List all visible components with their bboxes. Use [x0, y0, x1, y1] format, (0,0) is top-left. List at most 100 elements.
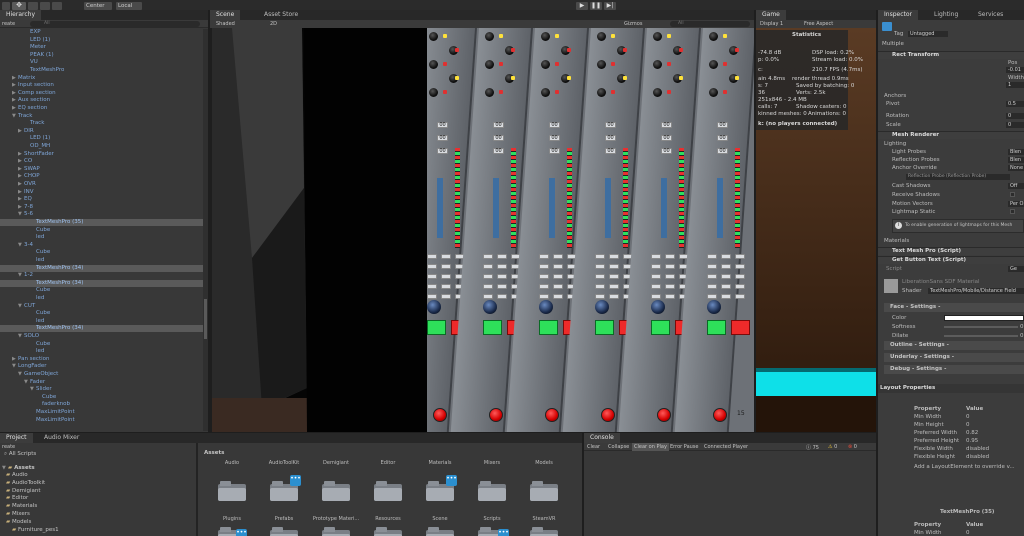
hierarchy-item[interactable]: ▼ CUT — [0, 303, 35, 310]
console-log-count[interactable]: ⓘ 75 — [806, 444, 819, 451]
shading-mode-dropdown[interactable]: Shaded — [216, 21, 235, 27]
underlay-settings-header[interactable]: Underlay - Settings - — [884, 353, 1024, 362]
assets-root-item[interactable]: ▼ ▰ Assets — [2, 465, 35, 472]
width-field[interactable]: 1 — [1006, 82, 1024, 88]
channel-button[interactable] — [497, 294, 507, 299]
channel-fader[interactable] — [605, 178, 611, 238]
rotary-knob[interactable] — [429, 88, 438, 97]
channel-button[interactable] — [609, 294, 619, 299]
hierarchy-item[interactable]: MaxLimitPoint — [0, 417, 75, 424]
hierarchy-item[interactable]: ▶ ShortFader — [0, 151, 54, 158]
game-view[interactable]: Statistics -74.8 dB p: 0.0% DSP load: 0.… — [756, 28, 876, 432]
rotary-knob[interactable] — [485, 88, 494, 97]
channel-button[interactable] — [721, 274, 731, 279]
asset-folder[interactable] — [426, 527, 454, 536]
hierarchy-item[interactable]: ▶ EQ — [0, 196, 32, 203]
channel-button[interactable] — [483, 254, 493, 259]
asset-folder[interactable] — [322, 527, 350, 536]
solo-button[interactable] — [651, 320, 670, 335]
project-folder-item[interactable]: ▰ Models — [6, 519, 31, 526]
step-button[interactable]: ▶| — [604, 2, 616, 10]
channel-button[interactable] — [665, 274, 675, 279]
solo-button[interactable] — [539, 320, 558, 335]
scale-tool-button[interactable] — [40, 2, 50, 10]
rotary-knob[interactable] — [597, 32, 606, 41]
pan-knob[interactable] — [427, 300, 441, 314]
dilate-value[interactable]: 0 — [1020, 333, 1024, 339]
materials-label[interactable]: Materials — [884, 238, 909, 244]
softness-value[interactable]: 0 — [1020, 324, 1024, 330]
anchors-label[interactable]: Anchors — [884, 93, 906, 99]
channel-button[interactable] — [427, 284, 437, 289]
channel-button[interactable] — [707, 294, 717, 299]
aspect-dropdown[interactable]: Free Aspect — [804, 21, 833, 27]
rotary-knob[interactable] — [709, 32, 718, 41]
asset-folder[interactable] — [374, 481, 402, 501]
channel-button[interactable] — [665, 264, 675, 269]
hierarchy-item[interactable]: led — [0, 234, 44, 241]
hierarchy-item[interactable]: Cube — [0, 227, 50, 234]
channel-button[interactable] — [539, 284, 549, 289]
all-scripts-item[interactable]: ⌕ All Scripts — [4, 451, 36, 458]
channel-button[interactable] — [595, 284, 605, 289]
solo-button[interactable] — [427, 320, 446, 335]
channel-button[interactable] — [609, 254, 619, 259]
channel-button[interactable] — [497, 264, 507, 269]
dilate-slider[interactable] — [944, 335, 1018, 337]
hierarchy-item[interactable]: ▶ OVR — [0, 181, 36, 188]
hierarchy-item[interactable]: ▶ Aux section — [0, 97, 50, 104]
hierarchy-item[interactable]: LED (1) — [0, 37, 50, 44]
console-error-pause-button[interactable]: Error Pause — [670, 444, 698, 450]
assets-breadcrumb[interactable]: Assets — [204, 450, 224, 456]
record-button[interactable] — [601, 408, 615, 422]
asset-folder[interactable] — [218, 481, 246, 501]
rotary-knob[interactable] — [709, 88, 718, 97]
channel-button[interactable] — [427, 274, 437, 279]
rotary-knob[interactable] — [653, 88, 662, 97]
hierarchy-item[interactable]: Cube — [0, 287, 50, 294]
hierarchy-item[interactable]: faderknob — [0, 401, 70, 408]
channel-fader[interactable] — [549, 178, 555, 238]
hierarchy-item[interactable]: ▼ Fader — [0, 379, 45, 386]
get-button-script-header[interactable]: Get Button Text (Script) — [878, 256, 1024, 264]
hierarchy-item[interactable]: ▼ SOLO — [0, 333, 39, 340]
face-settings-header[interactable]: Face - Settings - — [884, 303, 1024, 312]
project-folder-item[interactable]: ▰ Editor — [6, 495, 28, 502]
hierarchy-item[interactable]: EXP — [0, 29, 41, 36]
hierarchy-item[interactable]: Track — [0, 120, 44, 127]
tab-inspector[interactable]: Inspector — [878, 10, 918, 20]
channel-button[interactable] — [665, 294, 675, 299]
channel-button[interactable] — [651, 294, 661, 299]
asset-folder[interactable] — [270, 527, 298, 536]
hierarchy-item[interactable]: Cube — [0, 310, 50, 317]
tab-console[interactable]: Console — [584, 433, 620, 443]
rotary-knob[interactable] — [485, 60, 494, 69]
hierarchy-search-input[interactable]: All — [30, 21, 200, 27]
lightmap-static-checkbox[interactable] — [1010, 209, 1015, 214]
console-warn-count[interactable]: ⚠ 0 — [828, 444, 837, 450]
channel-fader[interactable] — [717, 178, 723, 238]
channel-button[interactable] — [609, 274, 619, 279]
channel-button[interactable] — [707, 254, 717, 259]
channel-button[interactable] — [707, 284, 717, 289]
channel-button[interactable] — [665, 284, 675, 289]
asset-folder[interactable] — [478, 481, 506, 501]
console-error-count[interactable]: ⊗ 0 — [848, 444, 857, 450]
shader-dropdown[interactable]: TextMeshPro/Mobile/Distance Field — [928, 288, 1024, 294]
tab-hierarchy[interactable]: Hierarchy — [0, 10, 42, 20]
channel-fader[interactable] — [661, 178, 667, 238]
channel-button[interactable] — [539, 294, 549, 299]
hierarchy-item[interactable]: ▼ LongFader — [0, 363, 46, 370]
receive-shadows-checkbox[interactable] — [1010, 192, 1015, 197]
rotary-knob[interactable] — [485, 32, 494, 41]
rotate-tool-button[interactable] — [28, 2, 38, 10]
tag-dropdown[interactable]: Untagged — [908, 31, 948, 37]
rotary-knob[interactable] — [653, 32, 662, 41]
channel-button[interactable] — [595, 294, 605, 299]
hierarchy-item[interactable]: ▼ 3-4 — [0, 242, 33, 249]
hierarchy-item[interactable]: MaxLimitPoint — [0, 409, 75, 416]
channel-button[interactable] — [483, 294, 493, 299]
rotary-knob[interactable] — [597, 88, 606, 97]
hierarchy-item[interactable]: Cube — [0, 249, 50, 256]
hierarchy-item[interactable]: VU — [0, 59, 38, 66]
